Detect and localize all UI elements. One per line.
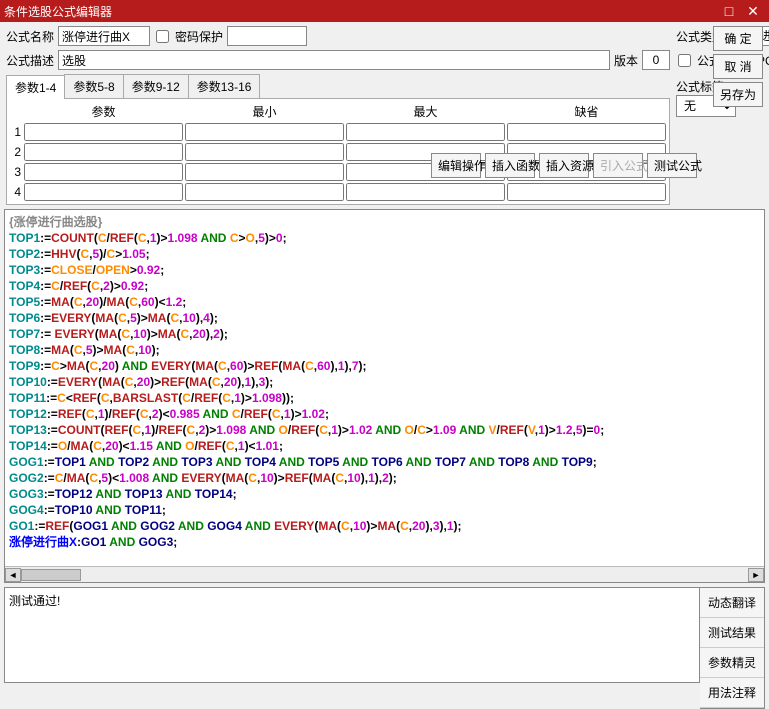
p1-max[interactable] [346, 123, 505, 141]
edit-op-button[interactable]: 编辑操作 [431, 153, 481, 178]
p1-min[interactable] [185, 123, 344, 141]
test-formula-button[interactable]: 测试公式 [647, 153, 697, 178]
pc-only-checkbox[interactable] [678, 54, 691, 67]
title-bar: 条件选股公式编辑器 □ ✕ [0, 0, 769, 22]
label-version: 版本 [614, 52, 638, 69]
ok-button[interactable]: 确 定 [713, 26, 763, 51]
dynamic-translate-button[interactable]: 动态翻译 [700, 588, 764, 618]
p2-min[interactable] [185, 143, 344, 161]
tab-params-9-12[interactable]: 参数9-12 [123, 74, 189, 98]
label-tag: 公式标签 [676, 78, 703, 95]
scroll-left-icon[interactable]: ◄ [5, 568, 21, 582]
insert-func-button[interactable]: 插入函数 [485, 153, 535, 178]
version-input[interactable] [642, 50, 670, 70]
param-grid: 参数 最小 最大 缺省 1 2 3 4 [6, 99, 670, 205]
password-input[interactable] [227, 26, 307, 46]
label-desc: 公式描述 [6, 52, 54, 69]
tab-params-5-8[interactable]: 参数5-8 [64, 74, 123, 98]
tab-params-13-16[interactable]: 参数13-16 [188, 74, 261, 98]
p3-min[interactable] [185, 163, 344, 181]
maximize-icon[interactable]: □ [717, 3, 741, 19]
p4-def[interactable] [507, 183, 666, 201]
col-param: 参数 [23, 101, 184, 122]
usage-note-button[interactable]: 用法注释 [700, 678, 764, 708]
scroll-thumb[interactable] [21, 569, 81, 581]
p4-max[interactable] [346, 183, 505, 201]
p3-name[interactable] [24, 163, 183, 181]
p1-name[interactable] [24, 123, 183, 141]
message-panel: 测试通过! [4, 587, 700, 683]
param-row: 4 [9, 182, 667, 202]
col-def: 缺省 [506, 101, 667, 122]
close-icon[interactable]: ✕ [741, 3, 765, 20]
formula-desc-input[interactable] [58, 50, 610, 70]
p4-name[interactable] [24, 183, 183, 201]
col-min: 最小 [184, 101, 345, 122]
horizontal-scrollbar[interactable]: ◄ ► [5, 566, 764, 582]
p1-def[interactable] [507, 123, 666, 141]
code-editor[interactable]: {涨停进行曲选股} TOP1:=COUNT(C/REF(C,1)>1.098 A… [5, 210, 764, 566]
test-result-button[interactable]: 测试结果 [700, 618, 764, 648]
import-formula-button: 引入公式 [593, 153, 643, 178]
cancel-button[interactable]: 取 消 [713, 54, 763, 79]
label-name: 公式名称 [6, 28, 54, 45]
insert-res-button[interactable]: 插入资源 [539, 153, 589, 178]
code-editor-wrap: {涨停进行曲选股} TOP1:=COUNT(C/REF(C,1)>1.098 A… [4, 209, 765, 583]
param-row: 1 [9, 122, 667, 142]
window-title: 条件选股公式编辑器 [4, 3, 717, 20]
scroll-right-icon[interactable]: ► [748, 568, 764, 582]
p2-name[interactable] [24, 143, 183, 161]
formula-name-input[interactable] [58, 26, 150, 46]
label-pwd: 密码保护 [175, 28, 223, 45]
tab-params-1-4[interactable]: 参数1-4 [6, 75, 65, 99]
p4-min[interactable] [185, 183, 344, 201]
param-wizard-button[interactable]: 参数精灵 [700, 648, 764, 678]
password-checkbox[interactable] [156, 30, 169, 43]
save-as-button[interactable]: 另存为 [713, 82, 763, 107]
col-max: 最大 [345, 101, 506, 122]
param-tabs: 参数1-4 参数5-8 参数9-12 参数13-16 [6, 74, 670, 99]
